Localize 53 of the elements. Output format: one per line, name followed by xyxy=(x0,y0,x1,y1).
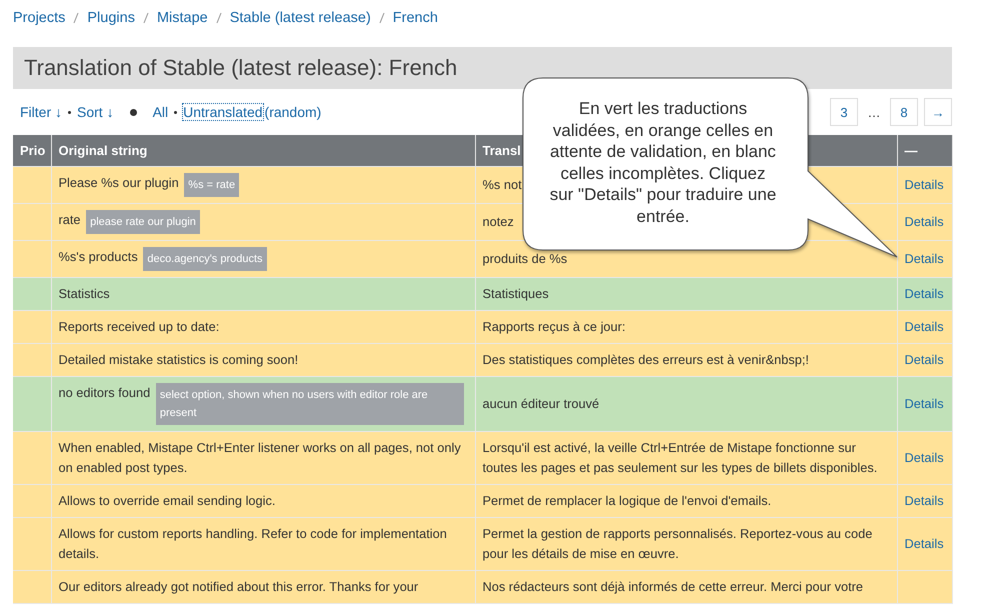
original-string: Our editors already got notified about this error. Thanks for your xyxy=(58,579,418,594)
breadcrumb-link[interactable]: Projects xyxy=(13,10,66,26)
filter-link[interactable]: All xyxy=(152,104,168,120)
page-button[interactable]: 8 xyxy=(890,98,918,126)
translation-text: aucun éditeur trouvé xyxy=(482,396,600,411)
translation-text: Rapports reçus à ce jour: xyxy=(482,319,626,334)
column-header: Prio xyxy=(13,135,51,166)
breadcrumb-link[interactable]: Plugins xyxy=(87,10,135,26)
filter-link[interactable]: Filter ↓ xyxy=(20,104,62,120)
sort-link[interactable]: Sort ↓ xyxy=(77,104,114,120)
original-string: no editors found xyxy=(58,385,150,400)
original-string: Statistics xyxy=(58,286,110,301)
translation-text: notez xyxy=(482,214,514,229)
slash-icon xyxy=(73,12,80,24)
original-string: Reports received up to date: xyxy=(58,319,220,334)
details-link[interactable]: Details xyxy=(904,396,944,411)
translation-text: produits de %s xyxy=(482,251,568,266)
original-string: Allows for custom reports handling. Refer to code for implementation details. xyxy=(58,526,447,561)
page-button[interactable]: 3 xyxy=(830,98,858,126)
context-tag: deco.agency's products xyxy=(143,247,267,271)
filter-link[interactable]: Untranslated xyxy=(183,104,263,120)
original-string: Detailed mistake statistics is coming soon! xyxy=(58,352,298,367)
pagination-ellipsis: … xyxy=(866,104,882,120)
context-tag: select option, shown when no users with editor role are present xyxy=(156,383,464,425)
column-header: — xyxy=(897,135,952,166)
context-tag: please rate our plugin xyxy=(86,210,200,234)
breadcrumb-link[interactable]: Stable (latest release) xyxy=(230,10,371,26)
slash-icon xyxy=(142,12,149,24)
breadcrumb-link[interactable]: Mistape xyxy=(156,10,208,26)
context-tag: %s = rate xyxy=(184,173,240,197)
column-header: Original string xyxy=(51,135,475,166)
dot-icon xyxy=(174,110,178,114)
dot-icon xyxy=(68,110,71,114)
page-title: Translation of Stable (latest release): French xyxy=(24,55,458,81)
slash-icon xyxy=(216,12,222,24)
translation-text: Des statistiques complètes des erreurs est à venir&nbsp;! xyxy=(482,352,809,367)
original-string: %s's products xyxy=(58,249,138,264)
original-string: Please %s our plugin xyxy=(58,175,179,190)
breadcrumb-link[interactable]: French xyxy=(392,10,438,26)
callout-text: En vert les traductions validées, en orange celles en attente de validation, en blanc celles incomplètes. Cliquez sur "Details" pour traduire une entrée. xyxy=(549,98,777,227)
original-string: When enabled, Mistape Ctrl+Enter listener works on all pages, not only on enabled post types. xyxy=(58,440,461,475)
original-string: rate xyxy=(58,212,81,227)
translation-text: Nos rédacteurs sont déjà informés de cette erreur. Merci pour votre xyxy=(482,579,864,594)
slash-icon xyxy=(378,12,385,24)
translation-text: Permet de remplacer la logique de l'envoi d'emails. xyxy=(482,493,772,508)
translation-text: Permet la gestion de rapports personnalisés. Reportez-vous au code pour les détails de mise en œuvre. xyxy=(482,526,872,561)
dot-icon xyxy=(130,108,137,116)
page-button[interactable]: → xyxy=(924,98,952,126)
translation-text: Lorsqu'il est activé, la veille Ctrl+Entrée de Mistape fonctionne sur toutes les pages et pas seulement sur les types de billets disponibles. xyxy=(482,440,878,475)
translation-text: Statistiques xyxy=(482,286,549,301)
original-string: Allows to override email sending logic. xyxy=(58,493,276,508)
random-link[interactable]: (random) xyxy=(264,104,322,120)
translation-text: %s not xyxy=(482,177,522,192)
